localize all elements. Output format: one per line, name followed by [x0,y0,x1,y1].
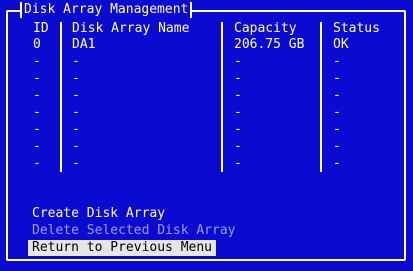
cell-status: - [333,54,341,69]
cell-capacity: - [234,122,242,137]
column-header-name: Disk Array Name [72,21,190,36]
cell-capacity: 206.75 GB [234,37,305,52]
cell-capacity: - [234,156,242,171]
column-separator [320,22,322,172]
cell-id: - [33,88,41,103]
cell-id: - [33,105,41,120]
return-previous-menu-option[interactable]: Return to Previous Menu [28,240,217,256]
dialog-title: Disk Array Management [20,2,193,18]
cell-status: - [333,71,341,86]
cell-status: OK [333,37,349,52]
cell-status: - [333,139,341,154]
cell-status: - [333,105,341,120]
cell-name: DA1 [72,37,96,52]
column-separator [221,22,223,172]
cell-name: - [72,156,80,171]
cell-name: - [72,88,80,103]
column-header-status: Status [333,21,380,36]
create-disk-array-option[interactable]: Create Disk Array [28,206,169,222]
cell-name: - [72,139,80,154]
cell-id: - [33,156,41,171]
cell-name: - [72,105,80,120]
cell-id: 0 [33,37,41,52]
cell-name: - [72,54,80,69]
cell-name: - [72,71,80,86]
cell-name: - [72,122,80,137]
cell-capacity: - [234,88,242,103]
cell-status: - [333,88,341,103]
cell-status: - [333,122,341,137]
cell-capacity: - [234,54,242,69]
column-separator [60,22,62,172]
cell-id: - [33,139,41,154]
cell-id: - [33,71,41,86]
cell-capacity: - [234,71,242,86]
cell-id: - [33,54,41,69]
cell-id: - [33,122,41,137]
cell-capacity: - [234,139,242,154]
column-header-id: ID [33,21,49,36]
cell-status: - [333,156,341,171]
cell-capacity: - [234,105,242,120]
delete-disk-array-option[interactable]: Delete Selected Disk Array [28,223,240,239]
column-header-capacity: Capacity [234,21,297,36]
